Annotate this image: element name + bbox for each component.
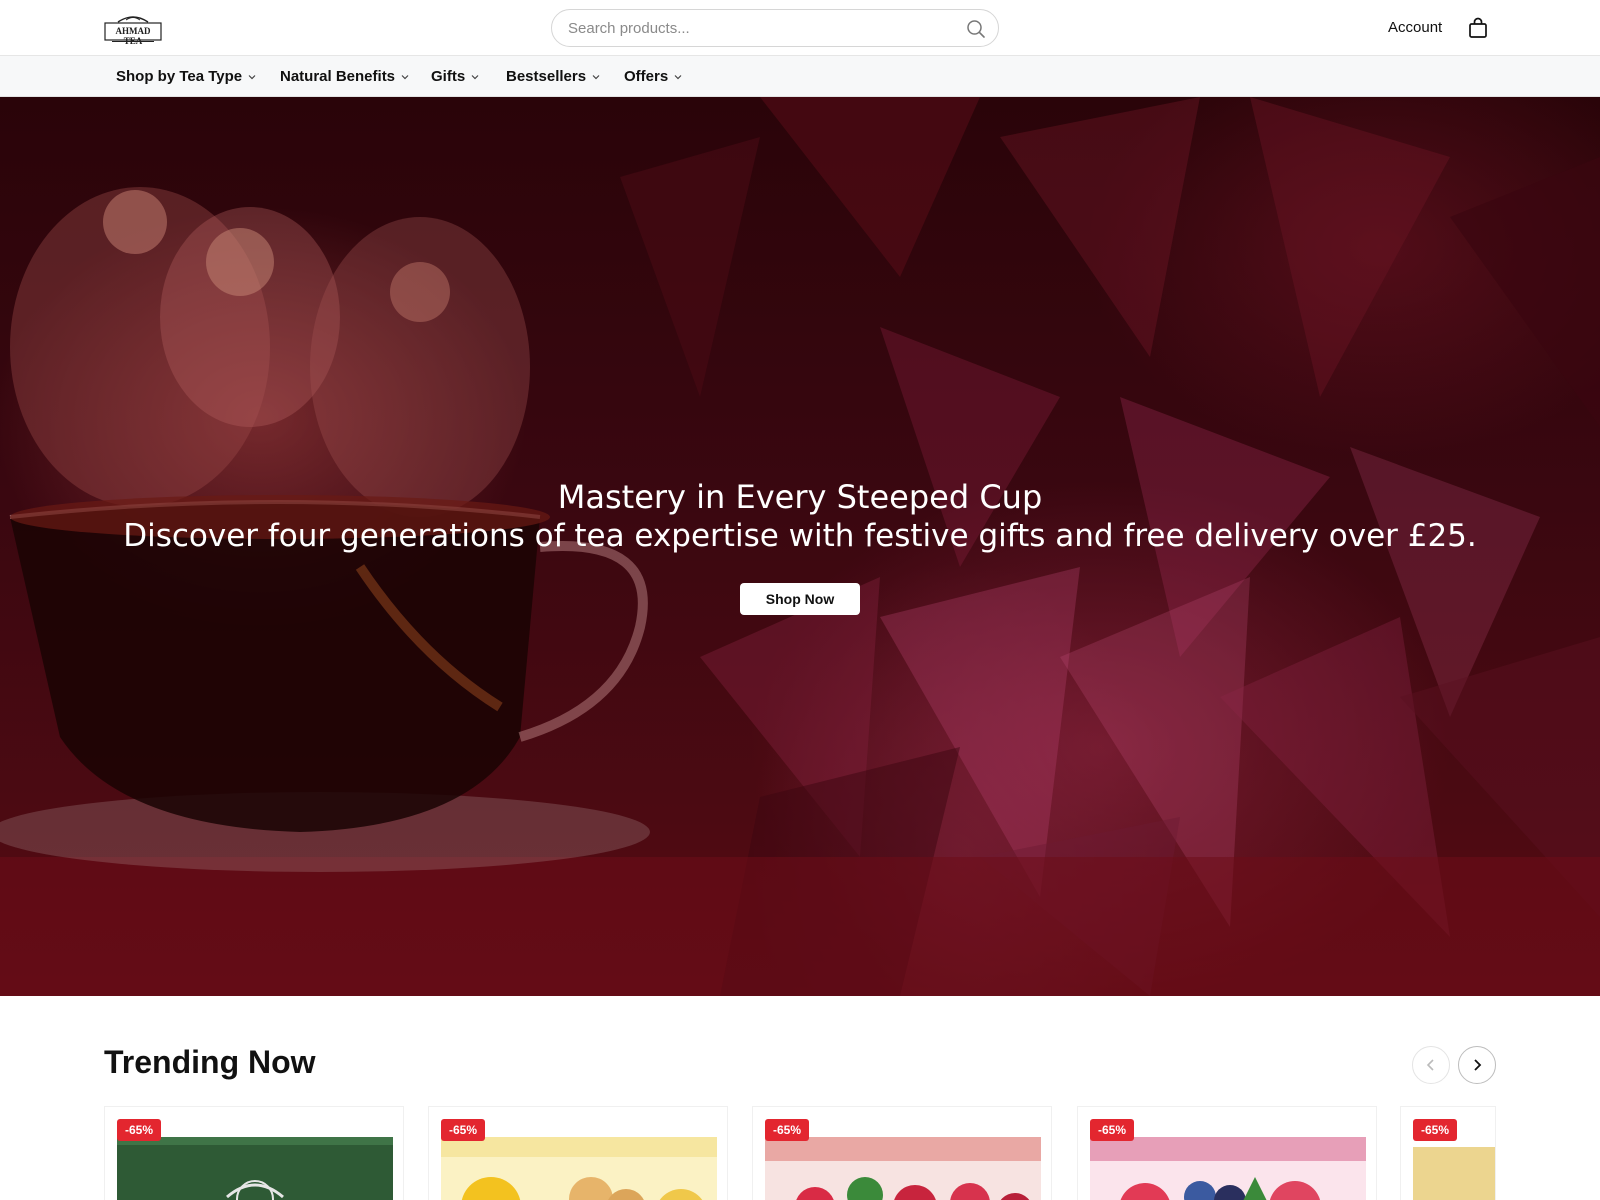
nav-item-natural-benefits[interactable]: Natural Benefits <box>280 68 410 85</box>
shop-now-button[interactable]: Shop Now <box>740 583 860 615</box>
shopping-bag-icon[interactable] <box>1468 17 1488 39</box>
nav-item-label: Gifts <box>431 68 466 85</box>
search-input[interactable] <box>568 10 948 46</box>
product-image-partial-box <box>1413 1147 1495 1200</box>
chevron-right-icon <box>1474 1059 1482 1071</box>
product-image-berries-box <box>1090 1137 1366 1200</box>
hero-subtitle: Discover four generations of tea experti… <box>123 518 1477 554</box>
chevron-down-icon <box>248 74 256 79</box>
hero-title: Mastery in Every Steeped Cup <box>557 478 1043 516</box>
account-link[interactable]: Account <box>1388 19 1442 36</box>
product-card[interactable]: -65% <box>1077 1106 1377 1200</box>
product-card[interactable]: -65% <box>428 1106 728 1200</box>
chevron-down-icon <box>674 74 682 79</box>
nav-item-offers[interactable]: Offers <box>624 68 683 85</box>
product-image-raspberry-box <box>765 1137 1041 1200</box>
logo-text: AHMAD TEA <box>115 26 151 46</box>
hero-banner: Mastery in Every Steeped Cup Discover fo… <box>0 97 1600 996</box>
nav-item-bestsellers[interactable]: Bestsellers <box>506 68 601 85</box>
ahmad-tea-logo[interactable]: AHMAD TEA <box>104 12 162 46</box>
nav-item-label: Natural Benefits <box>280 68 396 85</box>
chevron-down-icon <box>401 74 409 79</box>
product-image-lemon-ginger-box <box>441 1137 717 1200</box>
search-bar <box>551 9 999 47</box>
discount-badge: -65% <box>1413 1119 1458 1141</box>
discount-badge: -65% <box>1090 1119 1135 1141</box>
product-card[interactable]: -65% <box>1400 1106 1496 1200</box>
discount-badge: -65% <box>441 1119 486 1141</box>
carousel-prev-button[interactable] <box>1412 1046 1450 1084</box>
nav-item-label: Offers <box>624 68 669 85</box>
product-card[interactable]: -65% <box>104 1106 404 1200</box>
discount-badge: -65% <box>117 1119 162 1141</box>
product-card[interactable]: -65% <box>752 1106 1052 1200</box>
trending-title: Trending Now <box>104 1044 316 1080</box>
nav-item-gifts[interactable]: Gifts <box>431 68 480 85</box>
nav-item-shop-by-tea-type[interactable]: Shop by Tea Type <box>116 68 257 85</box>
nav-item-label: Bestsellers <box>506 68 587 85</box>
search-icon[interactable] <box>966 19 986 39</box>
site-header: AHMAD TEA Account <box>0 0 1600 56</box>
carousel-next-button[interactable] <box>1458 1046 1496 1084</box>
discount-badge: -65% <box>765 1119 810 1141</box>
chevron-down-icon <box>592 74 600 79</box>
chevron-down-icon <box>471 74 479 79</box>
chevron-left-icon <box>1426 1059 1434 1071</box>
trending-carousel: -65% -65% -65% -65% -65% <box>0 1106 1600 1200</box>
main-navigation: Shop by Tea Type Natural Benefits Gifts … <box>0 56 1600 97</box>
product-image-green-tea-box <box>117 1137 393 1200</box>
nav-item-label: Shop by Tea Type <box>116 68 243 85</box>
